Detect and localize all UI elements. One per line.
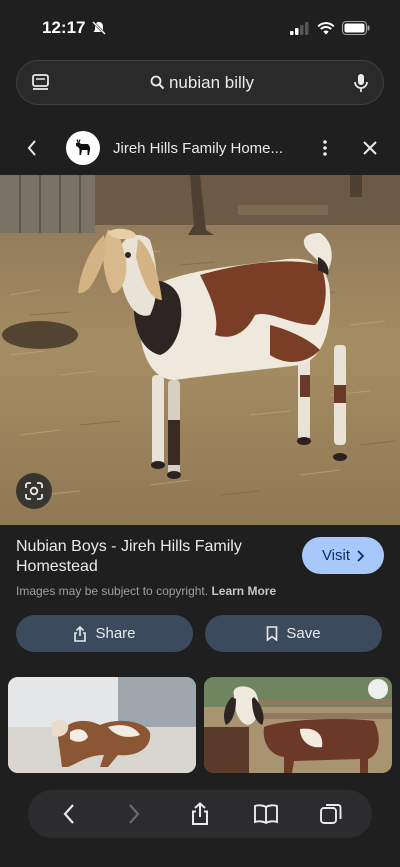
- share-icon: [74, 625, 87, 642]
- more-vert-icon[interactable]: [322, 139, 328, 157]
- back-chevron-icon[interactable]: [26, 139, 38, 157]
- learn-more-link[interactable]: Learn More: [211, 584, 276, 598]
- visit-label: Visit: [321, 547, 351, 564]
- search-bar[interactable]: nubian billy: [16, 60, 384, 105]
- chevron-right-icon: [357, 549, 365, 562]
- save-button[interactable]: Save: [205, 615, 382, 652]
- source-bar: Jireh Hills Family Home...: [0, 124, 400, 172]
- visit-button[interactable]: Visit: [302, 537, 384, 574]
- share-button[interactable]: Share: [16, 615, 193, 652]
- result-title[interactable]: Nubian Boys - Jireh Hills Family Homeste…: [16, 537, 286, 577]
- close-icon[interactable]: [362, 140, 378, 156]
- source-title[interactable]: Jireh Hills Family Home...: [113, 140, 322, 157]
- tabs-overview-icon[interactable]: [311, 794, 351, 834]
- browser-share-icon[interactable]: [180, 794, 220, 834]
- microphone-icon[interactable]: [353, 73, 369, 93]
- browser-toolbar: [28, 790, 372, 838]
- browser-forward-icon[interactable]: [114, 794, 154, 834]
- clock: 12:17: [42, 18, 86, 37]
- search-query[interactable]: nubian billy: [51, 73, 353, 93]
- copyright-notice: Images may be subject to copyright. Lear…: [16, 584, 276, 598]
- browser-back-icon[interactable]: [49, 794, 89, 834]
- copyright-text: Images may be subject to copyright.: [16, 584, 209, 598]
- result-image[interactable]: [0, 175, 400, 525]
- status-bar: 12:17: [0, 0, 400, 56]
- google-lens-icon[interactable]: [16, 473, 52, 509]
- wifi-icon: [317, 21, 335, 34]
- source-favicon-goat-icon: [66, 131, 100, 165]
- bookmark-icon: [267, 626, 278, 641]
- tabs-menu-icon[interactable]: [31, 73, 51, 92]
- related-image-thumbnail[interactable]: [204, 677, 392, 773]
- cellular-signal-icon: [290, 21, 309, 35]
- search-icon: [150, 75, 165, 90]
- bookmarks-book-icon[interactable]: [246, 794, 286, 834]
- battery-icon: [342, 21, 370, 35]
- share-label: Share: [95, 625, 136, 642]
- silent-bell-icon: [92, 21, 107, 35]
- save-label: Save: [286, 625, 321, 642]
- search-query-text: nubian billy: [168, 72, 255, 92]
- related-image-thumbnail[interactable]: [8, 677, 196, 773]
